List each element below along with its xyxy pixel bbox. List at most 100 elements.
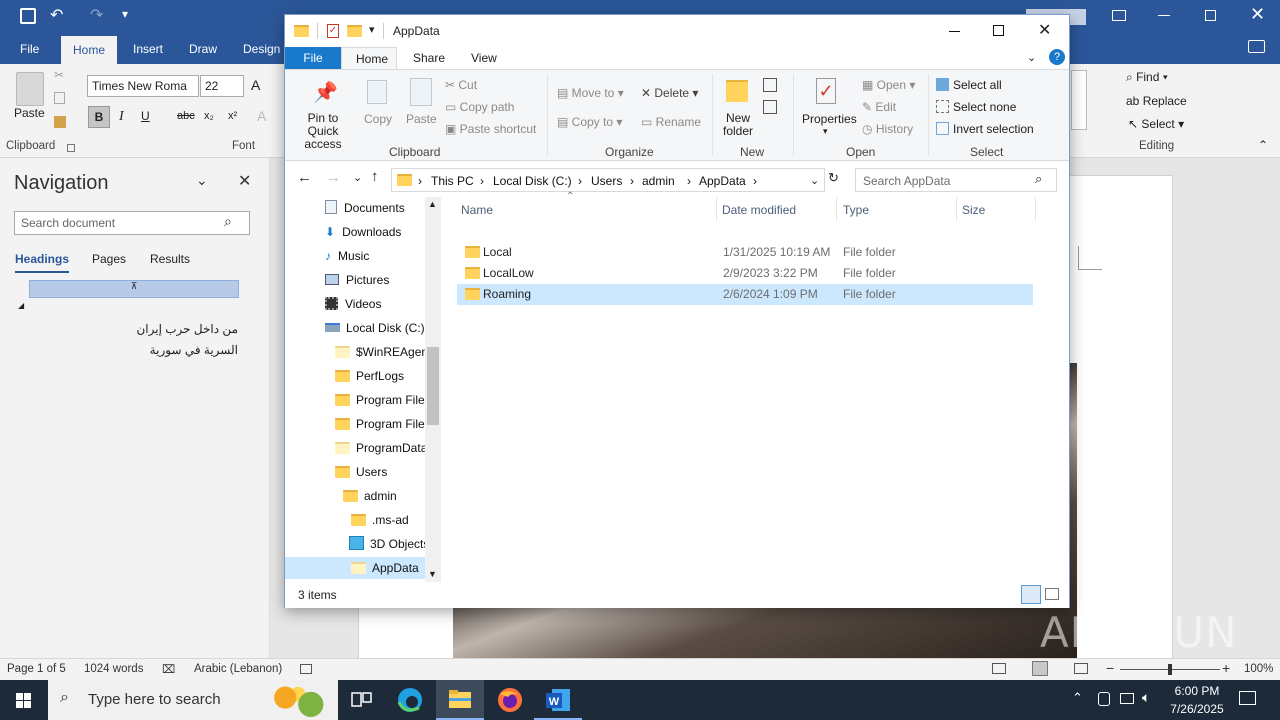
copy-to-button[interactable]: ▤ Copy to ▾	[557, 115, 622, 129]
nav-search-input[interactable]: Search document	[14, 211, 250, 235]
minimize-icon[interactable]	[1158, 15, 1170, 16]
notifications-icon[interactable]	[1239, 691, 1256, 705]
breadcrumb-appdata[interactable]: AppData	[699, 174, 746, 188]
subscript-button[interactable]: x₂	[204, 110, 214, 122]
cut-icon[interactable]: ✂	[54, 68, 64, 82]
nav-options-chevron-icon[interactable]: ⌄	[196, 172, 208, 189]
scroll-down-icon[interactable]: ▼	[428, 569, 437, 579]
tree-item-music[interactable]: ♪ Music	[325, 245, 369, 267]
column-name[interactable]: Name	[461, 203, 493, 217]
column-size[interactable]: Size	[962, 203, 985, 217]
tree-scrollbar[interactable]: ▲ ▼	[425, 197, 441, 582]
forward-button[interactable]: →	[326, 169, 341, 186]
redo-icon[interactable]: ↷	[90, 5, 103, 25]
tree-item-program-files[interactable]: Program Files	[335, 389, 431, 411]
find-button[interactable]: ⌕ Find ▾	[1126, 70, 1168, 85]
word-tab-insert[interactable]: Insert	[123, 34, 173, 64]
open-button[interactable]: ▦ Open ▾	[862, 78, 915, 92]
tab-file[interactable]: File	[285, 47, 341, 69]
breadcrumb-sep[interactable]: ›	[480, 174, 484, 188]
tree-item-perflogs[interactable]: PerfLogs	[335, 365, 404, 387]
breadcrumb-sep[interactable]: ›	[687, 174, 691, 188]
select-none-button[interactable]: Select none	[936, 100, 1016, 114]
word-tab-draw[interactable]: Draw	[179, 34, 227, 64]
replace-button[interactable]: ab Replace	[1126, 94, 1187, 108]
collapse-triangle-icon[interactable]: ◢	[18, 301, 24, 310]
properties-qat-icon[interactable]: ✓	[327, 24, 339, 38]
tree-item-users[interactable]: Users	[335, 461, 387, 483]
taskbar-edge[interactable]	[386, 680, 434, 720]
taskbar-search-box[interactable]: ⌕ Type here to search	[48, 680, 338, 720]
tree-item-admin[interactable]: admin	[343, 485, 397, 507]
language-indicator[interactable]: Arabic (Lebanon)	[194, 663, 282, 675]
tree-item-appdata[interactable]: AppData	[285, 557, 425, 579]
nav-close-icon[interactable]: ✕	[238, 171, 251, 191]
qat-dropdown-icon[interactable]: ▾	[369, 23, 375, 36]
tree-item-documents[interactable]: Documents	[325, 197, 405, 219]
heading-text-line-2[interactable]: السرية في سورية	[100, 343, 238, 357]
text-effects-icon[interactable]: A	[257, 108, 266, 124]
tree-item-program-files-x86[interactable]: Program Files	[335, 413, 431, 435]
print-layout-icon[interactable]	[1032, 661, 1048, 676]
tree-item-videos[interactable]: Videos	[325, 293, 381, 315]
copy-path-button[interactable]: ▭ Copy path	[445, 100, 514, 114]
network-icon[interactable]	[1120, 693, 1134, 704]
superscript-button[interactable]: x²	[228, 110, 237, 122]
zoom-slider-thumb[interactable]	[1168, 664, 1172, 675]
details-view-icon[interactable]	[1021, 585, 1041, 604]
taskbar-file-explorer[interactable]	[436, 680, 484, 720]
rename-button[interactable]: ▭ Rename	[641, 115, 701, 129]
new-folder-button[interactable]: New folder	[721, 112, 755, 138]
maximize-icon[interactable]	[993, 25, 1004, 36]
collapse-ribbon-icon[interactable]: ⌃	[1258, 138, 1268, 152]
back-button[interactable]: ←	[297, 169, 312, 186]
tree-item-3d-objects[interactable]: 3D Objects	[349, 533, 429, 555]
pin-quick-access-button[interactable]: Pin to Quick access	[291, 112, 355, 151]
properties-dropdown-icon[interactable]: ▾	[823, 126, 828, 137]
scroll-up-icon[interactable]: ▲	[428, 199, 437, 209]
nav-search-icon[interactable]: ⌕	[224, 213, 232, 230]
paste-shortcut-button[interactable]: ▣ Paste shortcut	[445, 122, 536, 136]
taskbar-word[interactable]: W	[534, 680, 582, 720]
zoom-slider[interactable]	[1120, 664, 1220, 675]
underline-button[interactable]: U	[141, 109, 150, 123]
breadcrumb-sep[interactable]: ›	[578, 174, 582, 188]
bold-button[interactable]: B	[88, 106, 110, 128]
word-tab-design[interactable]: Design	[233, 34, 290, 64]
meet-now-icon[interactable]	[1098, 692, 1110, 706]
tree-item-local-disk[interactable]: Local Disk (C:)	[325, 317, 425, 339]
breadcrumb-local-disk[interactable]: Local Disk (C:)	[493, 174, 572, 188]
breadcrumb-sep[interactable]: ›	[753, 174, 757, 188]
paste-button[interactable]: Paste	[406, 112, 437, 126]
word-tab-home[interactable]: Home	[61, 36, 117, 64]
restore-icon[interactable]	[1205, 10, 1216, 21]
grow-font-icon[interactable]: A	[251, 77, 260, 93]
clipboard-launcher-icon[interactable]	[67, 144, 75, 152]
file-row-locallow[interactable]: LocalLow 2/9/2023 3:22 PM File folder	[457, 263, 1033, 284]
tab-share[interactable]: Share	[399, 47, 459, 69]
taskbar-firefox[interactable]	[486, 680, 534, 720]
history-button[interactable]: ◷ History	[862, 122, 913, 136]
move-to-button[interactable]: ▤ Move to ▾	[557, 86, 624, 100]
tree-item-winreagent[interactable]: $WinREAgent	[335, 341, 431, 363]
new-folder-qat-icon[interactable]	[347, 25, 362, 37]
clock-date[interactable]: 7/26/2025	[1166, 702, 1228, 716]
task-view-button[interactable]	[338, 680, 386, 720]
copy-button[interactable]: Copy	[364, 112, 392, 126]
font-size-select[interactable]: 22	[200, 75, 244, 97]
invert-selection-button[interactable]: Invert selection	[936, 122, 1034, 136]
close-icon[interactable]: ✕	[1038, 20, 1051, 40]
zoom-level[interactable]: 100%	[1244, 663, 1273, 675]
column-date-modified[interactable]: Date modified	[722, 203, 796, 217]
breadcrumb-users[interactable]: Users	[591, 174, 622, 188]
ribbon-display-icon[interactable]	[1112, 10, 1126, 21]
tree-item-pictures[interactable]: Pictures	[325, 269, 389, 291]
properties-button[interactable]: Properties	[802, 112, 857, 126]
tree-item-ms-ad[interactable]: .ms-ad	[351, 509, 409, 531]
tab-view[interactable]: View	[457, 47, 511, 69]
nav-tab-results[interactable]: Results	[150, 252, 190, 266]
edit-button[interactable]: ✎ Edit	[862, 100, 896, 114]
comments-icon[interactable]	[1248, 40, 1265, 53]
heading-text-line-1[interactable]: من داخل حرب إيران	[100, 322, 238, 336]
page-count[interactable]: Page 1 of 5	[7, 663, 66, 675]
